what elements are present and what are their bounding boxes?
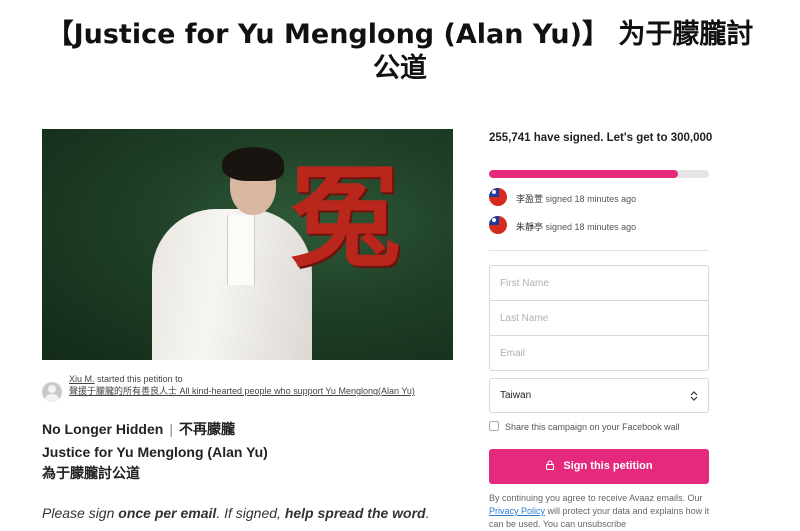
page-title-line2: 公道 [373,53,427,84]
recent-signer-text: 朱靜亭 signed 18 minutes ago [516,220,636,233]
recent-signer: 朱靜亭 signed 18 minutes ago [489,216,729,236]
cta-suffix: . [425,505,430,521]
signer-name: 朱靜亭 [516,223,544,233]
starter-line: Xiu M. started this petition to [69,374,183,385]
sign-instructions: Please sign once per email. If signed, h… [42,505,462,521]
hero-figure-hair [222,147,284,181]
divider [489,250,709,251]
cta-emphasis-1: once per email [118,505,217,521]
signer-time: signed 18 minutes ago [545,222,637,232]
petition-subtitle-zh: 為于朦朧討公道 [42,466,140,482]
facebook-share-option[interactable]: Share this campaign on your Facebook wal… [489,421,680,433]
page-title-line1: 【Justice for Yu Menglong (Alan Yu)】 为于朦朧… [46,19,754,50]
signer-name: 李盈萱 [516,195,544,205]
facebook-share-checkbox[interactable] [489,421,499,431]
petition-title-en: No Longer Hidden [42,421,164,437]
taiwan-flag-icon [489,216,507,234]
sign-petition-label: Sign this petition [563,460,653,472]
legal-disclaimer: By continuing you agree to receive Avaaz… [489,492,719,531]
signature-progress-bar [489,170,709,178]
petition-subtitle-en: Justice for Yu Menglong (Alan Yu) [42,444,268,460]
first-name-field[interactable] [490,266,708,301]
cta-middle: . If signed, [216,505,285,521]
starter-recipients: 聲援于朦朧的所有善良人士 All kind-hearted people who… [69,386,454,397]
sign-form-fields [489,265,709,371]
starter-action-text: started this petition to [97,374,183,384]
signature-progress-fill [489,170,679,178]
petition-starter: Xiu M. started this petition to 聲援于朦朧的所有… [42,374,453,408]
recipients-link[interactable]: 聲援于朦朧的所有善良人士 All kind-hearted people who… [69,386,415,396]
cta-emphasis-2: help spread the word [284,505,426,521]
petition-heading: No Longer Hidden | 不再朦朧 Justice for Yu Men… [42,418,462,485]
lock-icon [546,460,555,470]
recent-signer-text: 李盈萱 signed 18 minutes ago [516,192,636,205]
cta-prefix: Please sign [42,505,119,521]
avatar-icon [42,382,62,402]
petition-hero-image: 冤 [42,129,453,360]
starter-name-link[interactable]: Xiu M. [69,374,95,384]
recent-signer: 李盈萱 signed 18 minutes ago [489,188,729,208]
facebook-share-label: Share this campaign on your Facebook wal… [505,422,680,432]
sign-petition-button[interactable]: Sign this petition [489,449,709,484]
page-title: 【Justice for Yu Menglong (Alan Yu)】 为于朦朧… [0,18,800,86]
last-name-field[interactable] [490,301,708,336]
petition-title-line: No Longer Hidden | 不再朦朧 [42,418,462,441]
hero-figure-shirt [227,215,255,285]
signer-time: signed 18 minutes ago [545,194,637,204]
country-select[interactable]: Taiwan [489,378,709,413]
country-value: Taiwan [500,390,532,401]
title-separator: | [169,421,173,437]
hero-calligraphy: 冤 [290,153,400,282]
legal-prefix: By continuing you agree to receive Avaaz… [489,493,703,503]
email-field[interactable] [490,336,708,371]
chevron-updown-icon [690,391,698,401]
privacy-policy-link[interactable]: Privacy Policy [489,506,545,516]
signature-count: 255,741 have signed. Let's get to 300,00… [489,132,713,144]
taiwan-flag-icon [489,188,507,206]
petition-title-zh: 不再朦朧 [178,422,235,438]
